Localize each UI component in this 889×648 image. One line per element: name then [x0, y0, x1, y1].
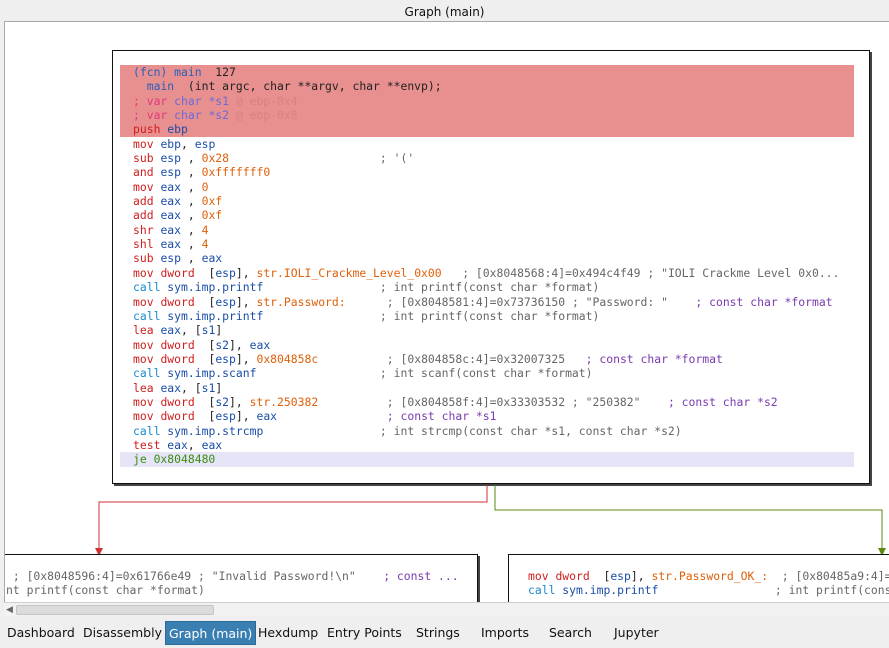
code-token: dword — [555, 569, 597, 583]
view-tabs: Dashboard Disassembly Graph (main) Hexdump E… — [0, 619, 889, 648]
edge-false — [98, 485, 488, 550]
edge-true — [494, 485, 883, 550]
scrollbar-thumb[interactable] — [16, 605, 214, 615]
graph-edges — [95, 485, 886, 556]
invalid-block-line[interactable]: nt printf(const char *format) — [6, 583, 459, 597]
scroll-left-icon[interactable]: ◀ — [6, 604, 13, 616]
horizontal-scrollbar[interactable]: ◀ — [4, 602, 889, 616]
code-token: str.Password_OK_: — [651, 569, 769, 583]
invalid-block-lines: ; [0x8048596:4]=0x61766e49 ; "Invalid Pa… — [6, 569, 459, 598]
code-token: call — [528, 583, 563, 598]
code-token: ; const ... — [383, 569, 459, 583]
code-token: mov — [528, 569, 556, 583]
code-token: sym.imp.printf — [562, 583, 659, 598]
tab-jupyter[interactable]: Jupyter — [611, 621, 662, 645]
tab-entry-points[interactable]: Entry Points — [324, 621, 405, 645]
ok-block-line[interactable]: call sym.imp.printf ; int printf(const c — [528, 583, 889, 597]
code-token: nt printf(const char *format) — [6, 583, 205, 598]
tab-disassembly[interactable]: Disassembly — [80, 621, 165, 645]
tab-imports[interactable]: Imports — [478, 621, 532, 645]
code-token: [ — [596, 569, 611, 583]
basic-block-invalid[interactable]: ; [0x8048596:4]=0x61766e49 ; "Invalid Pa… — [5, 554, 478, 602]
code-token: ; [0x8048596:4]=0x61766e49 ; "Invalid Pa… — [6, 569, 384, 583]
ok-block-line[interactable]: mov dword [esp], str.Password_OK_: ; [0x… — [528, 569, 889, 583]
ok-block-lines: mov dword [esp], str.Password_OK_: ; [0x… — [528, 569, 889, 598]
window-title: Graph (main) — [0, 0, 889, 22]
tab-hexdump[interactable]: Hexdump — [255, 621, 321, 645]
code-token: ; [0x80485a9:4]=0x7373... — [781, 569, 889, 583]
tab-search[interactable]: Search — [546, 621, 595, 645]
basic-block-ok[interactable]: mov dword [esp], str.Password_OK_: ; [0x… — [508, 554, 889, 602]
tab-graph-main[interactable]: Graph (main) — [165, 621, 257, 645]
code-token: esp — [610, 569, 631, 583]
code-token: ; int printf(const c — [774, 583, 889, 598]
graph-canvas[interactable]: (fcn) main 127 main (int argc, char **ar… — [4, 21, 889, 602]
invalid-block-line[interactable]: ; [0x8048596:4]=0x61766e49 ; "Invalid Pa… — [6, 569, 459, 583]
code-token: ], — [630, 569, 652, 583]
tab-strings[interactable]: Strings — [413, 621, 463, 645]
tab-dashboard[interactable]: Dashboard — [4, 621, 78, 645]
